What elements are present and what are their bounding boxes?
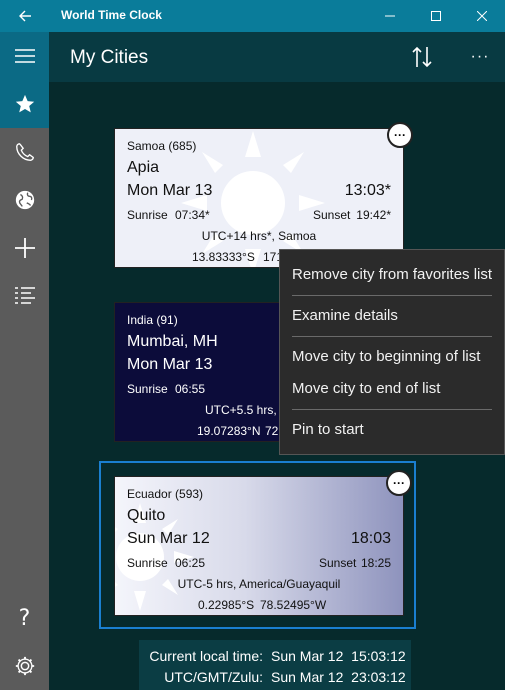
menu-item-move-to-beginning[interactable]: Move city to beginning of list [292, 348, 480, 365]
utc-offset: UTC+5.5 hrs, K [205, 403, 289, 417]
hamburger-button[interactable] [0, 32, 49, 80]
menu-separator [292, 336, 492, 337]
utc-time-value: Sun Mar 12 23:03:12 [271, 669, 406, 685]
utc-offset: UTC-5 hrs, America/Guayaquil [177, 577, 341, 591]
time-label: 13:03* [344, 182, 391, 199]
back-arrow-icon [18, 10, 31, 22]
country-label: Ecuador (593) [127, 487, 204, 501]
back-button[interactable] [0, 0, 49, 32]
gear-icon [15, 656, 34, 676]
page-header: My Cities ··· [49, 32, 505, 82]
menu-separator [292, 409, 492, 410]
latitude: 13.83333°S [192, 250, 255, 264]
sunset-value: 19:42* [356, 208, 391, 222]
sort-icon [412, 46, 432, 68]
menu-item-remove-favorite[interactable]: Remove city from favorites list [292, 266, 492, 283]
time-label: 18:03 [350, 530, 391, 547]
local-time-label: Current local time: [149, 648, 263, 664]
sunset-label: Sunset [313, 208, 351, 222]
page-title: My Cities [70, 47, 149, 68]
date-label: Mon Mar 13 [127, 182, 213, 199]
time-footer: Current local time: Sun Mar 12 15:03:12 … [139, 640, 411, 690]
menu-item-move-to-end[interactable]: Move city to end of list [292, 380, 440, 397]
minimize-icon [385, 15, 395, 17]
city-card-apia[interactable]: Samoa (685) Apia Mon Mar 13 13:03* Sunri… [114, 128, 404, 268]
list-icon [14, 287, 35, 304]
context-menu: Remove city from favorites list Examine … [279, 249, 505, 455]
more-icon: ··· [393, 476, 405, 490]
card-more-button[interactable]: ··· [387, 122, 413, 148]
close-icon [477, 11, 487, 21]
sidebar-item-add[interactable] [0, 224, 49, 272]
sidebar-item-phone[interactable] [0, 128, 49, 176]
sunrise-label: Sunrise [127, 208, 168, 222]
more-icon: ··· [394, 128, 406, 142]
utc-time-label: UTC/GMT/Zulu: [164, 669, 263, 685]
country-label: India (91) [127, 313, 178, 327]
sort-button[interactable] [402, 32, 442, 82]
city-name: Mumbai, MH [127, 333, 218, 350]
local-time-value: Sun Mar 12 15:03:12 [271, 648, 406, 664]
latitude: 19.07283°N [197, 424, 261, 438]
star-icon [15, 94, 34, 113]
sunrise-value: 06:55 [175, 382, 206, 396]
plus-icon [14, 238, 35, 258]
app-title: World Time Clock [61, 8, 162, 22]
sunset-label: Sunset [319, 556, 357, 570]
country-label: Samoa (685) [127, 139, 197, 153]
maximize-icon [431, 11, 441, 21]
menu-item-pin-to-start[interactable]: Pin to start [292, 421, 364, 438]
close-button[interactable] [459, 0, 505, 32]
more-options-button[interactable]: ··· [460, 32, 500, 82]
title-bar: World Time Clock [0, 0, 505, 32]
sunrise-label: Sunrise [127, 556, 168, 570]
sidebar-item-list[interactable] [0, 272, 49, 320]
sunrise-value: 07:34* [175, 208, 210, 222]
question-icon: ? [18, 605, 31, 631]
utc-offset: UTC+14 hrs*, Samoa [201, 229, 317, 243]
date-label: Sun Mar 12 [127, 530, 210, 547]
hamburger-icon [14, 49, 35, 63]
phone-icon [15, 143, 34, 161]
sidebar: ? [0, 32, 49, 690]
longitude: 78.52495°W [260, 598, 327, 612]
menu-item-examine-details[interactable]: Examine details [292, 307, 398, 324]
sidebar-item-settings[interactable] [0, 642, 49, 690]
sidebar-item-help[interactable]: ? [0, 594, 49, 642]
sunrise-value: 06:25 [175, 556, 206, 570]
sunset-value: 18:25 [360, 556, 391, 570]
sidebar-item-globe[interactable] [0, 176, 49, 224]
latitude: 0.22985°S [198, 598, 255, 612]
sunrise-label: Sunrise [127, 382, 168, 396]
city-card-quito[interactable]: Ecuador (593) Quito Sun Mar 12 18:03 Sun… [114, 476, 404, 616]
menu-separator [292, 295, 492, 296]
city-name: Quito [127, 507, 166, 524]
date-label: Mon Mar 13 [127, 356, 213, 373]
sidebar-item-favorites[interactable] [0, 80, 49, 128]
more-icon: ··· [470, 48, 490, 65]
maximize-button[interactable] [413, 0, 459, 32]
city-name: Apia [127, 159, 160, 176]
globe-icon [15, 190, 34, 210]
minimize-button[interactable] [367, 0, 413, 32]
card-more-button[interactable]: ··· [386, 470, 412, 496]
